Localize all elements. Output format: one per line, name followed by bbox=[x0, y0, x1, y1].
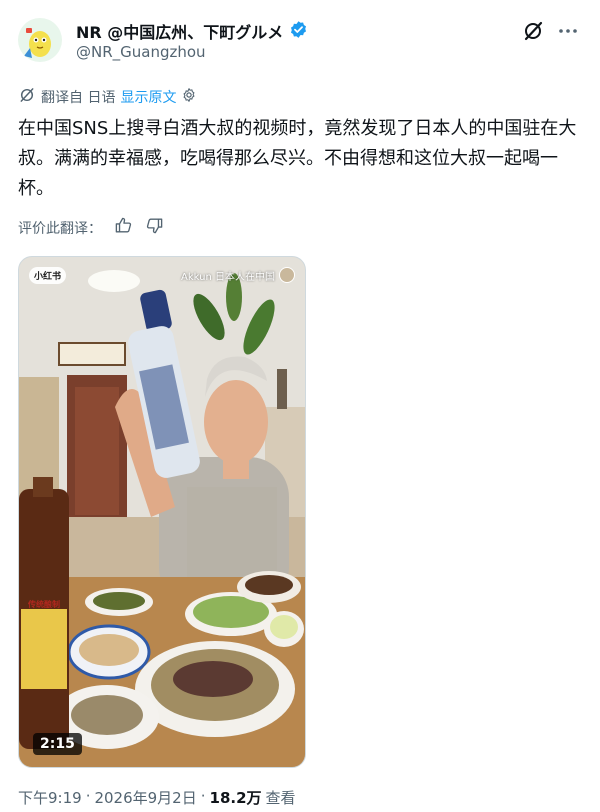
tweet-text: 在中国SNS上搜寻白酒大叔的视频时，竟然发现了日本人的中国驻在大叔。满满的幸福感… bbox=[18, 118, 577, 199]
translation-row: 翻译自 日语 显示原文 bbox=[18, 86, 197, 108]
video-thumbnail bbox=[19, 257, 305, 767]
thumbs-down-icon[interactable] bbox=[145, 216, 164, 239]
watermark-avatar bbox=[279, 267, 295, 283]
more-options-icon[interactable] bbox=[557, 20, 579, 42]
xiaohongshu-badge: 小红书 bbox=[29, 267, 67, 284]
tweet-meta: 下午9:19 · 2026年9月2日 · 18.2万 查看 bbox=[18, 787, 296, 808]
author-display-name[interactable]: NR @中国広州、下町グルメ bbox=[76, 19, 283, 43]
meta-separator: · bbox=[85, 787, 91, 805]
author-name-row[interactable]: NR @中国広州、下町グルメ bbox=[76, 19, 308, 43]
gear-icon[interactable] bbox=[181, 87, 197, 107]
tweet-time[interactable]: 下午9:19 bbox=[18, 787, 82, 808]
show-original-link[interactable]: 显示原文 bbox=[120, 87, 176, 107]
watermark-text: Akkun 日本人在中国 bbox=[181, 271, 275, 283]
avatar[interactable] bbox=[18, 18, 62, 62]
bottle-label: 传统酿制 bbox=[28, 600, 60, 609]
meta-separator-2: · bbox=[200, 787, 206, 805]
video-player[interactable]: 小红书 Akkun 日本人在中国 传统酿制 2:15 bbox=[18, 256, 306, 768]
rate-translation-label: 评价此翻译： bbox=[18, 220, 102, 237]
translated-from-label: 翻译自 日语 bbox=[41, 90, 116, 106]
video-watermark: Akkun 日本人在中国 bbox=[181, 267, 295, 283]
grok-icon[interactable] bbox=[522, 20, 544, 42]
rate-translation-row: 评价此翻译： bbox=[18, 216, 164, 239]
views-label: 查看 bbox=[265, 789, 296, 807]
tweet-date[interactable]: 2026年9月2日 bbox=[94, 787, 196, 808]
thumbs-up-icon[interactable] bbox=[114, 216, 133, 239]
author-handle[interactable]: @NR_Guangzhou bbox=[76, 43, 206, 61]
translate-icon bbox=[18, 86, 36, 108]
video-duration: 2:15 bbox=[33, 733, 82, 755]
views-count: 18.2万 bbox=[209, 789, 262, 807]
verified-badge-icon bbox=[289, 20, 308, 43]
